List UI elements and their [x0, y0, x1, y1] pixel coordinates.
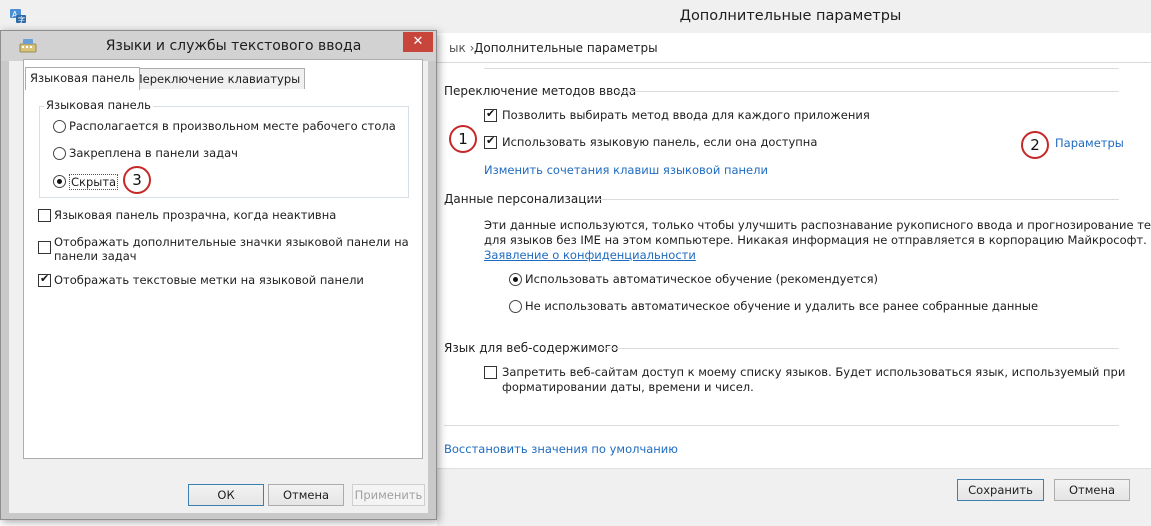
text-labels-label: Отображать текстовые метки на языковой п… [54, 273, 364, 287]
langbar-hidden-label: Скрыта [69, 174, 119, 190]
input-switch-heading: Переключение методов ввода [444, 84, 637, 98]
ok-button[interactable]: ОК [188, 484, 264, 506]
cancel-button[interactable]: Отмена [1054, 479, 1130, 501]
transparent-langbar-label: Языковая панель прозрачна, когда неактив… [54, 208, 337, 222]
breadcrumb-current: Дополнительные параметры [474, 41, 658, 55]
main-window-titlebar: A 字 Дополнительные параметры [0, 0, 1151, 33]
annotation-badge-1: 1 [449, 125, 477, 153]
personalization-heading: Данные персонализации [444, 192, 603, 206]
extra-icons-label-line1: Отображать дополнительные значки языково… [54, 235, 409, 249]
annotation-badge-2: 2 [1021, 131, 1049, 159]
no-auto-learning-label: Не использовать автоматическое обучение … [525, 299, 1039, 313]
langbar-floating-radio[interactable] [53, 120, 66, 133]
use-language-bar-label: Использовать языковую панель, если она д… [502, 135, 818, 149]
deny-web-language-label-line2: форматировании даты, времени и чисел. [502, 380, 754, 394]
no-auto-learning-radio[interactable] [509, 300, 522, 313]
deny-web-language-list-checkbox[interactable] [484, 366, 497, 379]
transparent-langbar-checkbox[interactable] [38, 209, 51, 222]
divider [600, 348, 1119, 349]
use-language-bar-checkbox[interactable] [484, 134, 497, 149]
per-app-input-label: Позволить выбирать метод ввода для каждо… [502, 108, 870, 122]
langbar-floating-label: Располагается в произвольном месте рабоч… [69, 119, 396, 133]
restore-defaults-link[interactable]: Восстановить значения по умолчанию [444, 442, 678, 456]
web-content-heading: Язык для веб-содержимого [444, 341, 619, 355]
tab-keyboard-switch[interactable]: Переключение клавиатуры [129, 68, 306, 89]
langbar-docked-label: Закреплена в панели задач [69, 146, 238, 160]
personalization-description-line1: Эти данные используются, только чтобы ул… [484, 218, 1151, 232]
personalization-description-line2: для языков без IME на этом компьютере. Н… [484, 233, 1147, 247]
save-button[interactable]: Сохранить [957, 479, 1044, 501]
divider [484, 68, 1119, 69]
divider [588, 199, 1119, 200]
extra-icons-checkbox[interactable] [38, 241, 51, 254]
apply-button[interactable]: Применить [352, 484, 425, 506]
language-bar-options-link[interactable]: Параметры [1055, 136, 1124, 150]
language-bar-group-label: Языковая панель [44, 98, 153, 112]
breadcrumb-prev[interactable]: ык › [449, 41, 474, 55]
dialog-cancel-button[interactable]: Отмена [268, 484, 344, 506]
langbar-docked-radio[interactable] [53, 147, 66, 160]
privacy-statement-link[interactable]: Заявление о конфиденциальности [484, 248, 696, 262]
per-app-input-checkbox[interactable] [484, 107, 497, 122]
text-labels-checkbox[interactable] [38, 272, 51, 287]
langbar-hidden-radio[interactable] [53, 175, 66, 188]
annotation-badge-3: 3 [123, 166, 151, 194]
auto-learning-label: Использовать автоматическое обучение (ре… [525, 272, 878, 286]
extra-icons-label-line2: панели задач [54, 249, 137, 263]
divider [444, 425, 1119, 426]
close-icon[interactable]: ✕ [403, 32, 433, 52]
main-window-footer: Сохранить Отмена [437, 468, 1151, 526]
deny-web-language-label-line1: Запретить веб-сайтам доступ к моему спис… [502, 365, 1126, 379]
main-window-title: Дополнительные параметры [679, 8, 902, 24]
dialog-title: Языки и службы текстового ввода [105, 38, 362, 54]
divider [616, 91, 1119, 92]
dialog-titlebar[interactable]: Языки и службы текстового ввода ✕ [1, 31, 436, 61]
tab-language-bar[interactable]: Языковая панель [25, 67, 140, 90]
auto-learning-radio[interactable] [509, 273, 522, 286]
change-hotkeys-link[interactable]: Изменить сочетания клавиш языковой панел… [484, 163, 768, 177]
